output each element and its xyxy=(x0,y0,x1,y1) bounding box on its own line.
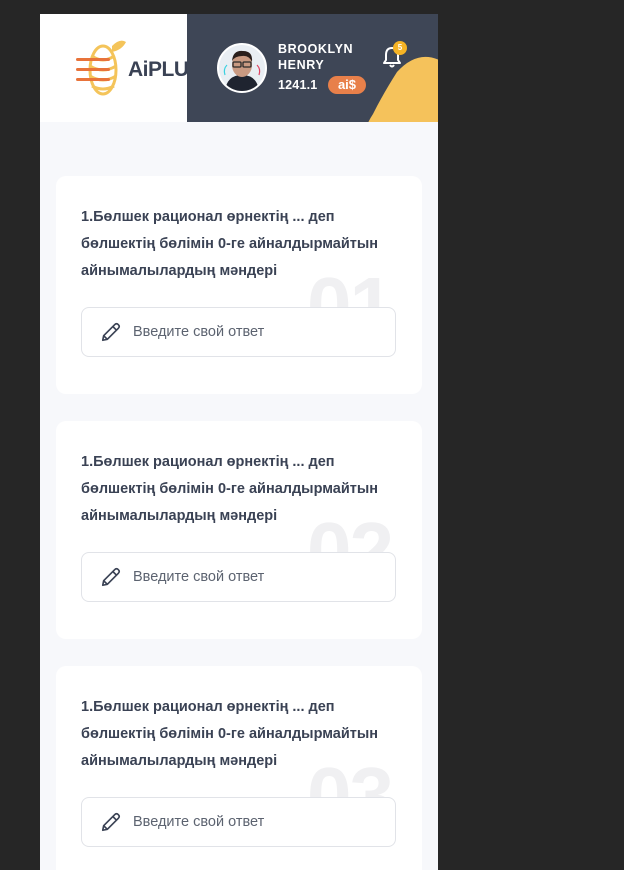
question-text: 1.Бөлшек рационал өрнектің ... деп бөлше… xyxy=(81,454,378,524)
question-card: 02 1.Бөлшек рационал өрнектің ... деп бө… xyxy=(56,421,422,639)
balance-value: 1241.1 xyxy=(278,78,318,92)
question-card: 01 1.Бөлшек рационал өрнектің ... деп бө… xyxy=(56,176,422,394)
question-text: 1.Бөлшек рационал өрнектің ... деп бөлше… xyxy=(81,699,378,769)
app-screen: AiPLUS BROOKLYN HENRY 124 xyxy=(40,14,438,870)
currency-badge: ai$ xyxy=(328,76,366,94)
hamburger-icon xyxy=(76,68,110,71)
logo-area: AiPLUS xyxy=(40,14,187,122)
user-panel: BROOKLYN HENRY 1241.1 ai$ 5 xyxy=(187,14,438,122)
avatar-photo xyxy=(219,45,265,91)
menu-button[interactable] xyxy=(76,58,110,82)
pencil-icon xyxy=(101,567,121,587)
answer-field[interactable] xyxy=(81,552,396,602)
answer-field[interactable] xyxy=(81,307,396,357)
answer-input[interactable] xyxy=(133,553,383,601)
brand-logo[interactable]: AiPLUS xyxy=(128,58,187,82)
answer-field[interactable] xyxy=(81,797,396,847)
notification-count: 5 xyxy=(393,41,407,55)
pencil-icon xyxy=(101,812,121,832)
user-name: BROOKLYN HENRY xyxy=(278,42,354,72)
top-header: AiPLUS BROOKLYN HENRY 124 xyxy=(40,14,438,122)
pencil-icon xyxy=(101,322,121,342)
hamburger-icon xyxy=(76,78,110,81)
avatar[interactable] xyxy=(217,43,267,93)
answer-input[interactable] xyxy=(133,308,383,356)
hamburger-icon xyxy=(76,58,110,61)
question-card: 03 1.Бөлшек рационал өрнектің ... деп бө… xyxy=(56,666,422,870)
answer-input[interactable] xyxy=(133,798,383,846)
question-text: 1.Бөлшек рационал өрнектің ... деп бөлше… xyxy=(81,209,378,279)
